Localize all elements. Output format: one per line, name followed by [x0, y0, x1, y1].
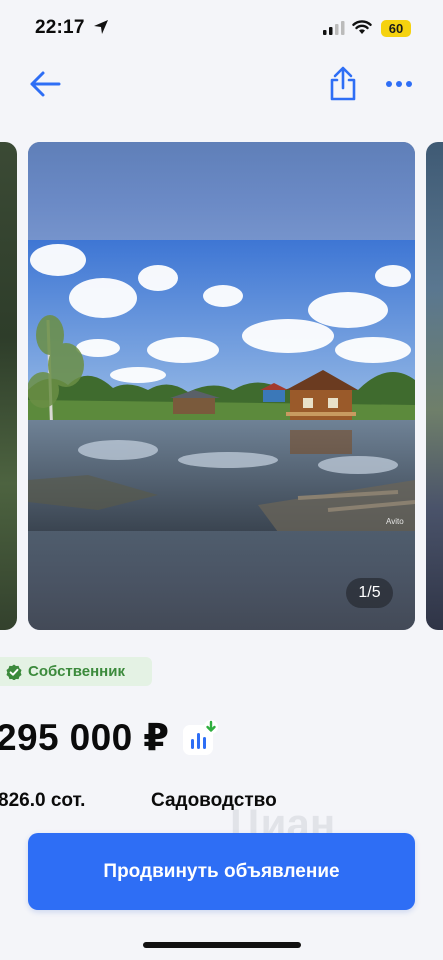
back-button[interactable]: [27, 66, 63, 102]
share-icon: [330, 66, 356, 101]
price-history-button[interactable]: [183, 719, 219, 755]
arrow-left-icon: [30, 71, 61, 97]
wifi-icon: [352, 20, 372, 40]
promote-listing-button[interactable]: Продвинуть объявление: [28, 833, 415, 910]
previous-photo-peek[interactable]: [0, 142, 17, 630]
lake-house-photo: Avito: [28, 240, 415, 532]
photo-counter: 1/5: [346, 578, 393, 608]
price-chart-icon: [183, 720, 219, 755]
listing-screen: 22:17 60 Avito 1/5 Собственник 295 000 ₽…: [0, 0, 443, 960]
home-indicator: [143, 942, 301, 948]
owner-badge-label: Собственник: [28, 663, 125, 680]
battery-indicator: 60: [381, 20, 411, 37]
status-time: 22:17: [35, 17, 85, 38]
main-photo[interactable]: Avito 1/5: [28, 142, 415, 630]
share-button[interactable]: [325, 64, 361, 104]
more-button[interactable]: [382, 70, 416, 98]
avito-watermark: Avito: [386, 517, 404, 526]
next-photo-peek[interactable]: [426, 142, 443, 630]
more-horizontal-icon: [386, 81, 412, 87]
photo-gallery[interactable]: Avito 1/5: [0, 142, 443, 630]
listing-details: 826.0 сот. Садоводство: [0, 790, 443, 818]
status-bar: 22:17 60: [0, 0, 443, 54]
land-category: Садоводство: [151, 790, 277, 811]
land-area: 826.0 сот.: [0, 790, 86, 811]
price: 295 000 ₽: [0, 716, 170, 758]
owner-badge: Собственник: [0, 657, 152, 686]
location-arrow-icon: [93, 19, 109, 40]
cellular-signal-icon: [323, 21, 345, 40]
price-row: 295 000 ₽: [0, 712, 219, 762]
verified-check-icon: [6, 664, 22, 680]
